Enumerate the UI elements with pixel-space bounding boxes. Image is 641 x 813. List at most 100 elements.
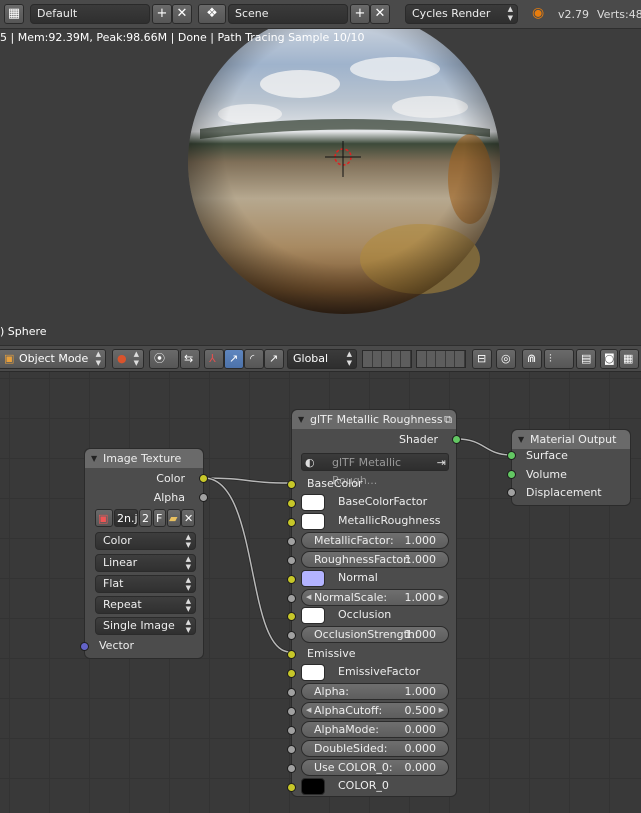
projection-label: Flat: [103, 577, 124, 590]
projection-dropdown[interactable]: Flat ▲ ▼: [95, 575, 196, 593]
manipulator-toggle[interactable]: ⇆: [180, 349, 200, 369]
snap-toggle[interactable]: ⋒: [522, 349, 542, 369]
occlusion-swatch[interactable]: [301, 607, 325, 624]
proportional-edit-button[interactable]: ◎: [496, 349, 516, 369]
editor-type-button[interactable]: ▦: [4, 4, 24, 24]
viewport-shading-dropdown[interactable]: ● ▲ ▼: [112, 349, 144, 369]
cube-icon: ▣: [4, 352, 15, 365]
node-group-selector[interactable]: ◐ glTF Metallic Rough... ⇥: [301, 453, 449, 487]
alphamode-label: AlphaMode:: [314, 723, 379, 736]
input-socket-vector[interactable]: [80, 642, 89, 651]
input-socket-displacement[interactable]: [507, 488, 516, 497]
scene-browse-button[interactable]: ❖: [198, 4, 226, 24]
usecolor0-field[interactable]: Use COLOR_0: 0.000: [301, 759, 449, 776]
node-editor[interactable]: ▼ Image Texture Color Alpha ▣ 2n.j 2 F ▰…: [0, 372, 641, 813]
render-animation-button[interactable]: ▦: [619, 349, 639, 369]
interpolation-dropdown[interactable]: Linear ▲ ▼: [95, 554, 196, 572]
decrement-arrow-icon[interactable]: ◀: [306, 703, 311, 718]
input-socket-alphamode[interactable]: [287, 726, 296, 735]
input-socket-occlusionstrength[interactable]: [287, 631, 296, 640]
input-socket-alphacutoff[interactable]: [287, 707, 296, 716]
input-socket-emissive[interactable]: [287, 650, 296, 659]
input-socket-basecolor[interactable]: [287, 480, 296, 489]
snap-element-dropdown[interactable]: ⫶: [544, 349, 574, 369]
alpha-field[interactable]: Alpha: 1.000: [301, 683, 449, 700]
mode-dropdown[interactable]: ▣ Object Mode ▲ ▼: [0, 349, 106, 369]
normal-swatch[interactable]: [301, 570, 325, 587]
usecolor0-label: Use COLOR_0:: [314, 761, 393, 774]
basecolorfactor-swatch[interactable]: [301, 494, 325, 511]
alphamode-field[interactable]: AlphaMode: 0.000: [301, 721, 449, 738]
node-header[interactable]: ▼ Image Texture: [85, 449, 203, 468]
scale-tool-button[interactable]: ↗: [264, 349, 284, 369]
input-socket-normalscale[interactable]: [287, 594, 296, 603]
input-socket-normal[interactable]: [287, 575, 296, 584]
input-socket-emissivefactor[interactable]: [287, 669, 296, 678]
image-texture-node[interactable]: ▼ Image Texture Color Alpha ▣ 2n.j 2 F ▰…: [80, 448, 208, 659]
input-socket-metallicroughness[interactable]: [287, 518, 296, 527]
input-socket-metallicfactor[interactable]: [287, 537, 296, 546]
emissivefactor-swatch[interactable]: [301, 664, 325, 681]
3d-viewport[interactable]: 5 | Mem:92.39M, Peak:98.66M | Done | Pat…: [0, 29, 641, 345]
input-socket-surface[interactable]: [507, 451, 516, 460]
image-browse-button[interactable]: ▣: [95, 509, 113, 527]
layer-buttons-left[interactable]: [362, 350, 412, 368]
layer-lock-button[interactable]: ⊟: [472, 349, 492, 369]
output-socket-alpha[interactable]: [199, 493, 208, 502]
layer-buttons-right[interactable]: [416, 350, 466, 368]
version-label: v2.79: [558, 8, 590, 21]
color-space-dropdown[interactable]: Color ▲ ▼: [95, 532, 196, 550]
render-image-button[interactable]: ◙: [600, 349, 618, 369]
node-group-icon[interactable]: ⧉: [444, 410, 452, 429]
input-socket-volume[interactable]: [507, 470, 516, 479]
translate-tool-button[interactable]: ↗: [224, 349, 244, 369]
collapse-triangle-icon[interactable]: ▼: [518, 430, 524, 449]
normalscale-field[interactable]: ◀ NormalScale: 1.000 ▶: [301, 589, 449, 606]
rotate-tool-button[interactable]: ◜: [244, 349, 264, 369]
pivot-point-dropdown[interactable]: ⦿: [149, 349, 179, 369]
add-screen-button[interactable]: +: [152, 4, 172, 24]
scene-field[interactable]: Scene: [228, 4, 348, 24]
input-socket-basecolorfactor[interactable]: [287, 499, 296, 508]
transform-orientation-dropdown[interactable]: Global ▲ ▼: [287, 349, 357, 369]
translate-manipulator-button[interactable]: ⅄: [204, 349, 224, 369]
collapse-triangle-icon[interactable]: ▼: [91, 449, 97, 468]
image-name-field[interactable]: 2n.j: [114, 509, 138, 527]
screen-layout-field[interactable]: Default: [30, 4, 150, 24]
edit-group-icon: ⇥: [436, 456, 446, 469]
image-users-button[interactable]: 2: [139, 509, 152, 527]
source-dropdown[interactable]: Single Image ▲ ▼: [95, 617, 196, 635]
collapse-triangle-icon[interactable]: ▼: [298, 410, 304, 429]
open-image-button[interactable]: ▰: [167, 509, 181, 527]
close-icon: ✕: [184, 512, 194, 525]
remove-scene-button[interactable]: ✕: [370, 4, 390, 24]
render-engine-dropdown[interactable]: Cycles Render ▲ ▼: [405, 4, 518, 24]
decrement-arrow-icon[interactable]: ◀: [306, 590, 311, 605]
material-output-node[interactable]: ▼ Material Output Surface Volume Displac…: [507, 429, 631, 506]
unlink-image-button[interactable]: ✕: [181, 509, 195, 527]
roughnessfactor-field[interactable]: RoughnessFactor: 1.000: [301, 551, 449, 568]
increment-arrow-icon[interactable]: ▶: [439, 703, 444, 718]
input-socket-alpha[interactable]: [287, 688, 296, 697]
output-socket-color[interactable]: [199, 474, 208, 483]
metallicroughness-swatch[interactable]: [301, 513, 325, 530]
color0-swatch[interactable]: [301, 778, 325, 795]
node-header[interactable]: ▼ glTF Metallic Roughness ⧉: [292, 410, 456, 429]
alphacutoff-field[interactable]: ◀ AlphaCutoff: 0.500 ▶: [301, 702, 449, 719]
metallicfactor-field[interactable]: MetallicFactor: 1.000: [301, 532, 449, 549]
output-socket-shader[interactable]: [452, 435, 461, 444]
input-socket-color0[interactable]: [287, 783, 296, 792]
extension-dropdown[interactable]: Repeat ▲ ▼: [95, 596, 196, 614]
input-socket-doublesided[interactable]: [287, 745, 296, 754]
opengl-render-button[interactable]: ▤: [576, 349, 596, 369]
doublesided-field[interactable]: DoubleSided: 0.000: [301, 740, 449, 757]
increment-arrow-icon[interactable]: ▶: [439, 590, 444, 605]
input-socket-occlusion[interactable]: [287, 612, 296, 621]
fake-user-button[interactable]: F: [153, 509, 166, 527]
input-socket-usecolor0[interactable]: [287, 764, 296, 773]
add-scene-button[interactable]: +: [350, 4, 370, 24]
remove-screen-button[interactable]: ✕: [172, 4, 192, 24]
occlusionstrength-field[interactable]: OcclusionStrength: 1.000: [301, 626, 449, 643]
gltf-metallic-roughness-node[interactable]: ▼ glTF Metallic Roughness ⧉ Shader ◐ glT…: [287, 409, 461, 797]
input-socket-roughnessfactor[interactable]: [287, 556, 296, 565]
